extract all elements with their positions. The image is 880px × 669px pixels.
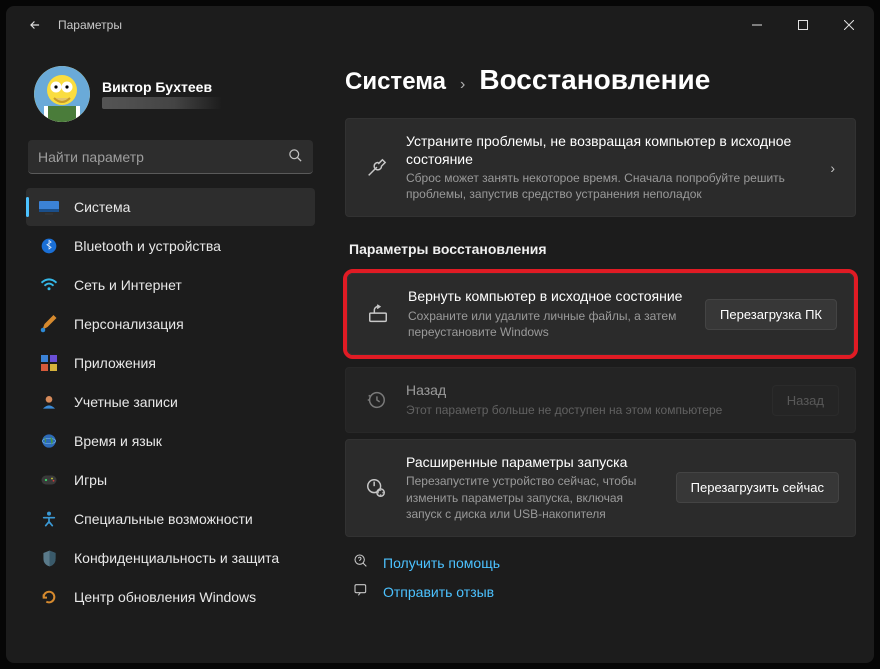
- nav-windows-update[interactable]: Центр обновления Windows: [26, 578, 315, 616]
- sidebar: Виктор Бухтеев Система Bluetooth и устро…: [26, 44, 321, 663]
- avatar: [34, 66, 90, 122]
- minimize-button[interactable]: [734, 10, 780, 40]
- restart-now-button[interactable]: Перезагрузить сейчас: [676, 472, 839, 503]
- goback-desc: Этот параметр больше не доступен на этом…: [406, 402, 756, 418]
- go-back-button: Назад: [772, 385, 839, 416]
- nav-gaming[interactable]: Игры: [26, 461, 315, 499]
- apps-icon: [38, 352, 60, 374]
- bluetooth-icon: [38, 235, 60, 257]
- nav-list: Система Bluetooth и устройства Сеть и Ин…: [26, 188, 321, 616]
- person-icon: [38, 391, 60, 413]
- reset-pc-card: Вернуть компьютер в исходное состояние С…: [347, 273, 854, 355]
- nav-label: Сеть и Интернет: [74, 277, 182, 293]
- nav-privacy[interactable]: Конфиденциальность и защита: [26, 539, 315, 577]
- settings-window: Параметры: [6, 6, 874, 663]
- profile-email-redacted: [102, 97, 222, 109]
- help-label: Получить помощь: [383, 555, 500, 571]
- troubleshoot-banner[interactable]: Устраните проблемы, не возвращая компьют…: [345, 118, 856, 217]
- globe-icon: [38, 430, 60, 452]
- advanced-startup-card: Расширенные параметры запуска Перезапуст…: [345, 439, 856, 537]
- shield-icon: [38, 547, 60, 569]
- brush-icon: [38, 313, 60, 335]
- nav-accounts[interactable]: Учетные записи: [26, 383, 315, 421]
- banner-title: Устраните проблемы, не возвращая компьют…: [406, 133, 810, 168]
- search-icon: [288, 148, 303, 166]
- back-button[interactable]: [18, 10, 52, 40]
- gamepad-icon: [38, 469, 60, 491]
- close-button[interactable]: [826, 10, 872, 40]
- highlight-annotation: Вернуть компьютер в исходное состояние С…: [343, 269, 858, 359]
- accessibility-icon: [38, 508, 60, 530]
- profile-name: Виктор Бухтеев: [102, 79, 222, 95]
- breadcrumb: Система › Восстановление: [345, 64, 856, 96]
- update-icon: [38, 586, 60, 608]
- wifi-icon: [38, 274, 60, 296]
- nav-label: Игры: [74, 472, 107, 488]
- go-back-card: Назад Этот параметр больше не доступен н…: [345, 367, 856, 433]
- history-icon: [362, 389, 390, 411]
- banner-desc: Сброс может занять некоторое время. Снач…: [406, 170, 810, 202]
- search-box[interactable]: [28, 140, 313, 174]
- search-input[interactable]: [38, 149, 288, 165]
- breadcrumb-parent[interactable]: Система: [345, 68, 446, 96]
- reset-desc: Сохраните или удалите личные файлы, а за…: [408, 308, 689, 340]
- nav-system[interactable]: Система: [26, 188, 315, 226]
- advanced-title: Расширенные параметры запуска: [406, 454, 660, 472]
- help-icon: [351, 553, 371, 572]
- nav-label: Bluetooth и устройства: [74, 238, 221, 254]
- get-help-link[interactable]: Получить помощь: [351, 553, 856, 572]
- reset-title: Вернуть компьютер в исходное состояние: [408, 288, 689, 306]
- power-settings-icon: [362, 477, 390, 499]
- nav-label: Приложения: [74, 355, 156, 371]
- nav-bluetooth[interactable]: Bluetooth и устройства: [26, 227, 315, 265]
- nav-accessibility[interactable]: Специальные возможности: [26, 500, 315, 538]
- chevron-right-icon: ›: [826, 160, 839, 176]
- nav-network[interactable]: Сеть и Интернет: [26, 266, 315, 304]
- nav-personalization[interactable]: Персонализация: [26, 305, 315, 343]
- nav-time-language[interactable]: Время и язык: [26, 422, 315, 460]
- nav-label: Центр обновления Windows: [74, 589, 256, 605]
- main-content: Система › Восстановление Устраните пробл…: [321, 44, 874, 663]
- maximize-button[interactable]: [780, 10, 826, 40]
- goback-title: Назад: [406, 382, 756, 400]
- profile-block[interactable]: Виктор Бухтеев: [26, 66, 321, 122]
- reset-pc-icon: [364, 303, 392, 325]
- nav-label: Учетные записи: [74, 394, 178, 410]
- feedback-label: Отправить отзыв: [383, 584, 494, 600]
- titlebar: Параметры: [6, 6, 874, 44]
- section-heading: Параметры восстановления: [349, 241, 856, 257]
- nav-apps[interactable]: Приложения: [26, 344, 315, 382]
- nav-label: Конфиденциальность и защита: [74, 550, 279, 566]
- feedback-icon: [351, 582, 371, 601]
- nav-label: Система: [74, 199, 130, 215]
- display-icon: [38, 196, 60, 218]
- page-title: Восстановление: [479, 64, 710, 96]
- nav-label: Персонализация: [74, 316, 184, 332]
- nav-label: Специальные возможности: [74, 511, 253, 527]
- nav-label: Время и язык: [74, 433, 162, 449]
- reset-pc-button[interactable]: Перезагрузка ПК: [705, 299, 837, 330]
- feedback-link[interactable]: Отправить отзыв: [351, 582, 856, 601]
- window-title: Параметры: [58, 18, 122, 32]
- advanced-desc: Перезапустите устройство сейчас, чтобы и…: [406, 473, 660, 522]
- chevron-right-icon: ›: [460, 76, 465, 94]
- wrench-icon: [362, 157, 390, 179]
